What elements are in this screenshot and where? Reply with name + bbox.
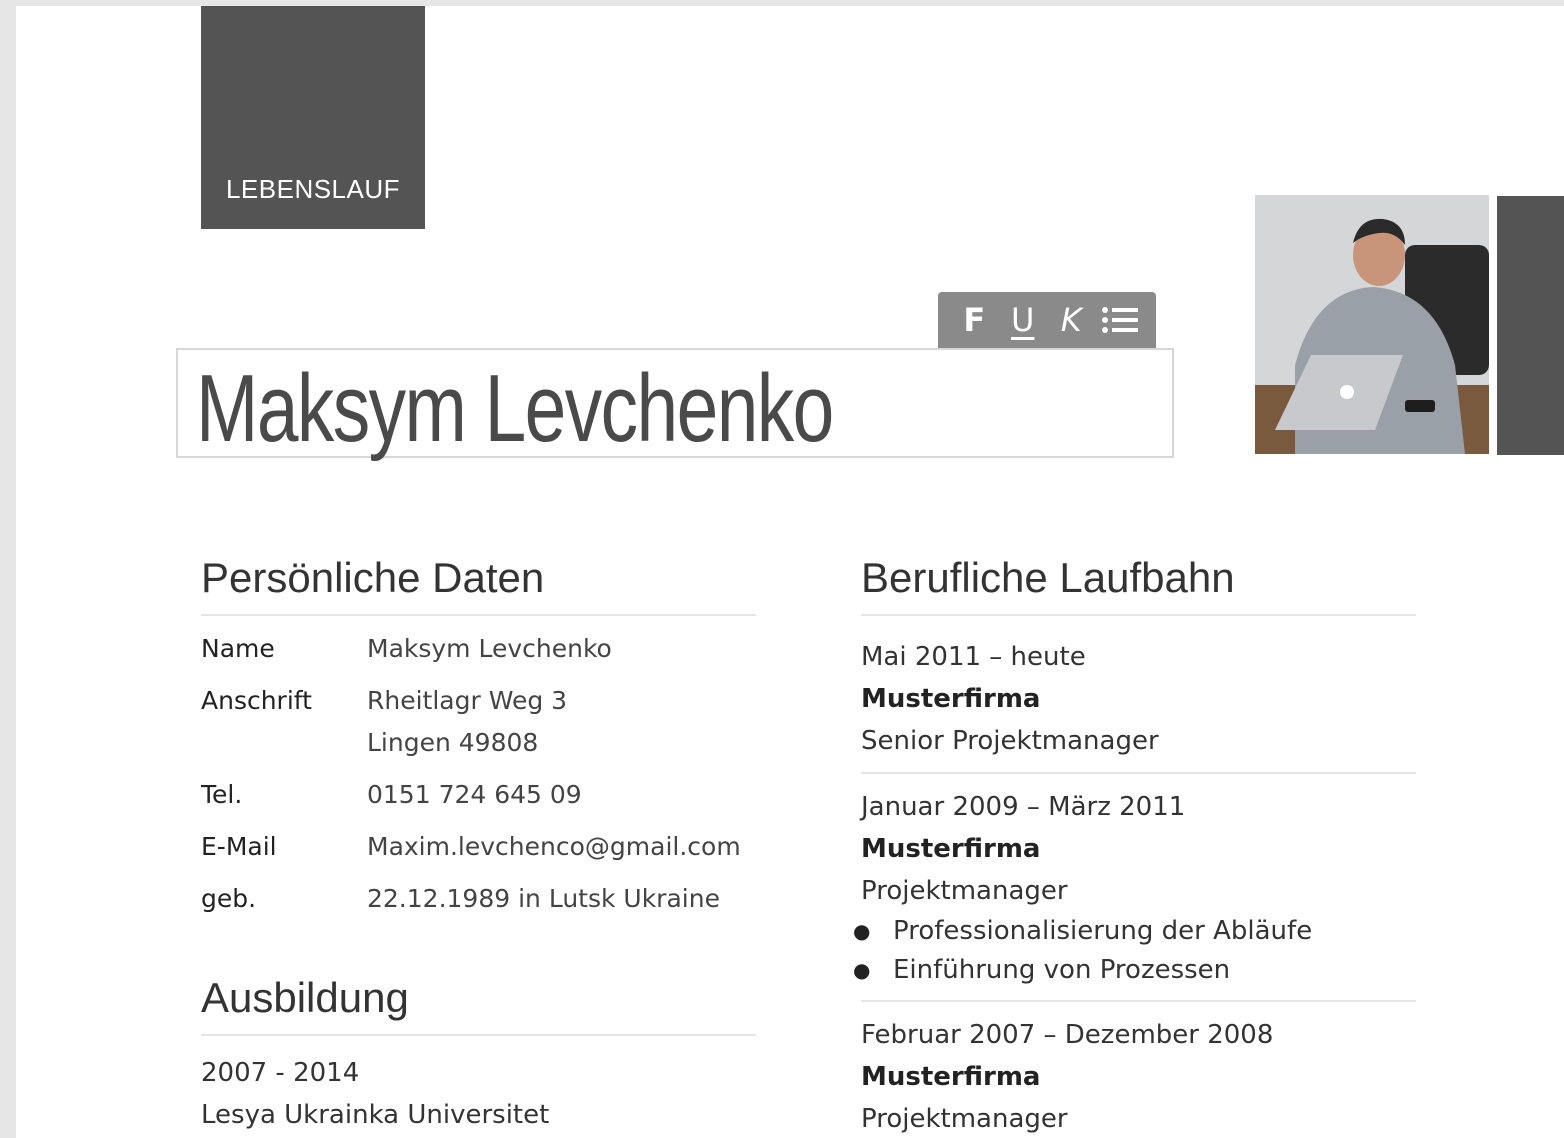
bold-button[interactable]: F	[954, 298, 994, 342]
job-entry: Februar 2007 – Dezember 2008 Musterfirma…	[861, 1014, 1416, 1138]
data-value: Rheitlagr Weg 3 Lingen 49808	[367, 680, 567, 764]
job-entry: Mai 2011 – heute Musterfirma Senior Proj…	[861, 636, 1416, 774]
resume-page: LEBENSLAUF F U K Maksym Levchenko Persön…	[16, 6, 1564, 1138]
job-entry: Januar 2009 – März 2011 Musterfirma Proj…	[853, 786, 1416, 1002]
education-heading[interactable]: Ausbildung	[201, 974, 756, 1036]
job-company[interactable]: Musterfirma	[861, 1056, 1416, 1098]
job-bullet[interactable]: Professionalisierung der Abläufe	[853, 912, 1416, 951]
full-name[interactable]: Maksym Levchenko	[196, 354, 834, 464]
job-role[interactable]: Projektmanager	[861, 870, 1416, 912]
personal-data-section: Persönliche Daten Name Maksym Levchenko …	[201, 554, 756, 938]
data-row-birth: geb. 22.12.1989 in Lutsk Ukraine	[201, 884, 756, 920]
name-input-field[interactable]: Maksym Levchenko	[176, 348, 1174, 462]
data-value[interactable]: 22.12.1989 in Lutsk Ukraine	[367, 878, 720, 920]
profile-photo-image	[1255, 195, 1489, 454]
italic-button[interactable]: K	[1051, 298, 1091, 342]
career-heading[interactable]: Berufliche Laufbahn	[861, 554, 1416, 616]
data-value[interactable]: 0151 724 645 09	[367, 774, 582, 816]
job-bullet-list: Professionalisierung der Abläufe Einführ…	[853, 912, 1416, 990]
data-key[interactable]: Name	[201, 636, 367, 670]
data-value[interactable]: Maksym Levchenko	[367, 628, 612, 670]
job-bullet[interactable]: Einführung von Prozessen	[853, 951, 1416, 990]
data-row-name: Name Maksym Levchenko	[201, 634, 756, 670]
data-row-address: Anschrift Rheitlagr Weg 3 Lingen 49808	[201, 686, 756, 764]
job-company[interactable]: Musterfirma	[861, 828, 1416, 870]
job-role[interactable]: Projektmanager	[861, 1098, 1416, 1138]
data-row-email: E-Mail Maxim.levchenco@gmail.com	[201, 832, 756, 868]
job-period[interactable]: Januar 2009 – März 2011	[861, 786, 1416, 828]
text-format-toolbar: F U K	[938, 292, 1156, 348]
data-value[interactable]: Maxim.levchenco@gmail.com	[367, 826, 741, 868]
data-key[interactable]: E-Mail	[201, 834, 367, 868]
education-institution[interactable]: Lesya Ukrainka Universitet	[201, 1094, 756, 1136]
document-title[interactable]: LEBENSLAUF	[201, 174, 425, 205]
job-company[interactable]: Musterfirma	[861, 678, 1416, 720]
underline-button[interactable]: U	[1003, 298, 1043, 342]
address-city[interactable]: Lingen 49808	[367, 722, 567, 764]
side-accent-bar	[1497, 196, 1564, 455]
personal-data-heading[interactable]: Persönliche Daten	[201, 554, 756, 616]
career-section: Berufliche Laufbahn Mai 2011 – heute Mus…	[853, 554, 1416, 1138]
education-period[interactable]: 2007 - 2014	[201, 1052, 756, 1094]
personal-data-table: Name Maksym Levchenko Anschrift Rheitlag…	[201, 634, 756, 920]
profile-photo[interactable]	[1255, 195, 1489, 454]
document-title-block: LEBENSLAUF	[201, 6, 425, 229]
data-key[interactable]: Anschrift	[201, 688, 367, 764]
job-period[interactable]: Februar 2007 – Dezember 2008	[861, 1014, 1416, 1056]
data-key[interactable]: geb.	[201, 886, 367, 920]
bullet-list-icon[interactable]	[1100, 298, 1140, 342]
job-period[interactable]: Mai 2011 – heute	[861, 636, 1416, 678]
job-role[interactable]: Senior Projektmanager	[861, 720, 1416, 762]
data-row-phone: Tel. 0151 724 645 09	[201, 780, 756, 816]
address-street[interactable]: Rheitlagr Weg 3	[367, 680, 567, 722]
education-section: Ausbildung 2007 - 2014 Lesya Ukrainka Un…	[201, 974, 756, 1136]
data-key[interactable]: Tel.	[201, 782, 367, 816]
